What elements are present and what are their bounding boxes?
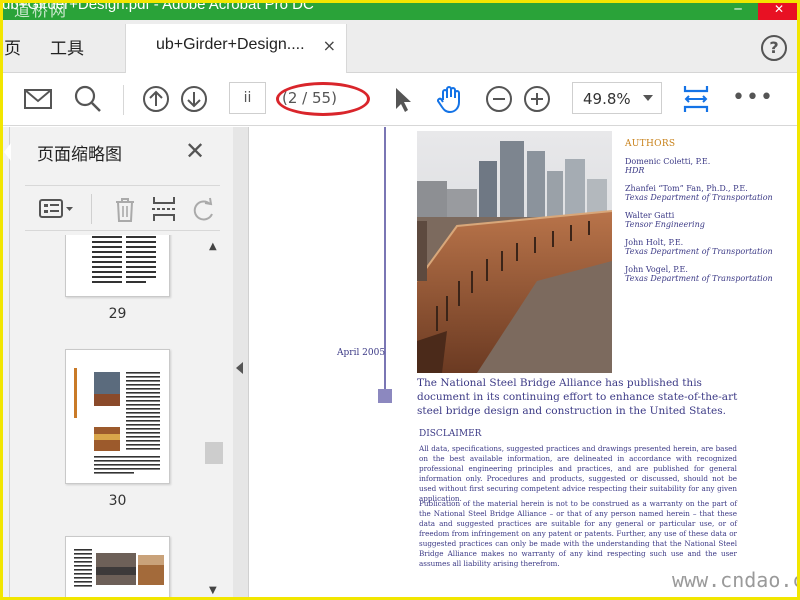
page-rule-line [384, 127, 386, 399]
watermark-top: 道桥网 [14, 1, 69, 20]
disclaimer-paragraph: All data, specifications, suggested prac… [419, 444, 737, 503]
minimize-button[interactable]: ─ [718, 0, 758, 20]
thumbnails-panel: 页面缩略图 ✕ 29 30 ▲ ▼ [0, 127, 233, 600]
page-thumbnail-content [92, 236, 156, 283]
tab-bar: 页 工具 ub+Girder+Design.... × ? [0, 20, 800, 74]
next-page-icon[interactable] [178, 83, 210, 115]
rotate-icon[interactable] [188, 194, 218, 224]
zoom-select[interactable]: 49.8% [572, 82, 662, 114]
title-bar: ub+Girder+Design.pdf - Adobe Acrobat Pro… [0, 0, 800, 20]
search-icon[interactable] [72, 83, 104, 115]
toolbar-divider [123, 85, 124, 115]
page-thumbnail-selected[interactable] [65, 349, 170, 484]
mail-icon[interactable] [22, 83, 54, 115]
page-thumbnail[interactable] [65, 536, 170, 600]
page-thumbnail-content [74, 549, 164, 587]
author-entry: John Holt, P.E. Texas Department of Tran… [625, 238, 795, 256]
watermark-bottom: www.cndao.com [672, 568, 800, 592]
thumbnail-scrollbar[interactable]: ▲ ▼ [205, 235, 223, 600]
author-affiliation: HDR [625, 166, 645, 175]
intro-paragraph: The National Steel Bridge Alliance has p… [417, 377, 738, 417]
authors-heading: AUTHORS [625, 139, 676, 149]
page-number-input[interactable]: ii [229, 82, 266, 114]
panel-title: 页面缩略图 [37, 145, 122, 165]
author-entry: Zhanfei “Tom” Fan, Ph.D., P.E. Texas Dep… [625, 184, 795, 202]
select-pointer-icon[interactable] [386, 83, 418, 115]
authors-block: AUTHORS Domenic Coletti, P.E. HDR Zhanfe… [625, 139, 795, 292]
publication-date: April 2005 [337, 348, 386, 358]
document-view[interactable]: April 2005 AUTHORS Domenic Coletti, P.E.… [249, 127, 800, 600]
close-window-button[interactable]: ✕ [758, 0, 800, 20]
author-affiliation: Texas Department of Transportation [625, 247, 773, 256]
panel-notch [4, 143, 11, 161]
author-name: Zhanfei “Tom” Fan, Ph.D., P.E. [625, 184, 748, 193]
decorative-square [378, 389, 392, 403]
disclaimer-paragraph: Publication of the material herein is no… [419, 499, 737, 568]
scroll-up-icon[interactable]: ▲ [209, 241, 217, 252]
hand-tool-icon[interactable] [434, 83, 466, 115]
author-name: John Vogel, P.E. [625, 265, 688, 274]
help-icon[interactable]: ? [761, 35, 787, 61]
document-tab[interactable]: ub+Girder+Design.... × [125, 24, 347, 74]
prev-page-icon[interactable] [140, 83, 172, 115]
collapse-arrow-icon [236, 362, 243, 374]
close-tab-icon[interactable]: × [323, 36, 336, 55]
toolbar: ii (2 / 55) 49.8% ••• [0, 73, 800, 126]
thumbnail-page-number: 29 [108, 306, 127, 322]
author-name: John Holt, P.E. [625, 238, 684, 247]
more-tools-icon[interactable]: ••• [732, 85, 774, 110]
panel-collapse-bar[interactable] [233, 127, 249, 600]
window-controls: ─ ✕ [718, 0, 800, 20]
options-menu-icon[interactable] [37, 194, 77, 224]
panel-toolbar-divider [91, 194, 92, 224]
insert-pages-icon[interactable] [149, 194, 179, 224]
zoom-value: 49.8% [583, 90, 631, 108]
author-entry: John Vogel, P.E. Texas Department of Tra… [625, 265, 795, 283]
scrollbar-thumb[interactable] [205, 442, 223, 464]
bridge-construction-photo [417, 131, 612, 373]
zoom-out-icon[interactable] [483, 83, 515, 115]
annotation-ellipse [276, 82, 370, 116]
thumbnail-page-number: 30 [108, 493, 127, 509]
disclaimer-heading: DISCLAIMER [419, 429, 482, 439]
menu-item-tools[interactable]: 工具 [50, 34, 84, 59]
close-panel-icon[interactable]: ✕ [185, 137, 205, 165]
delete-icon[interactable] [110, 194, 140, 224]
author-name: Walter Gatti [625, 211, 675, 220]
scroll-down-icon[interactable]: ▼ [209, 585, 217, 596]
panel-edge [9, 127, 10, 600]
page-thumbnail-content [74, 368, 160, 474]
author-entry: Walter Gatti Tensor Engineering [625, 211, 795, 229]
author-affiliation: Texas Department of Transportation [625, 274, 773, 283]
document-tab-label: ub+Girder+Design.... [156, 36, 305, 53]
thumbnail-list: 29 30 [25, 235, 205, 600]
author-entry: Domenic Coletti, P.E. HDR [625, 157, 795, 175]
page-thumbnail[interactable] [65, 235, 170, 297]
chevron-down-icon [643, 95, 653, 101]
author-affiliation: Texas Department of Transportation [625, 193, 773, 202]
menu-item-home[interactable]: 页 [4, 34, 21, 59]
fit-width-icon[interactable] [680, 83, 712, 115]
author-name: Domenic Coletti, P.E. [625, 157, 711, 166]
panel-toolbar [25, 185, 220, 231]
author-affiliation: Tensor Engineering [625, 220, 705, 229]
zoom-in-icon[interactable] [521, 83, 553, 115]
